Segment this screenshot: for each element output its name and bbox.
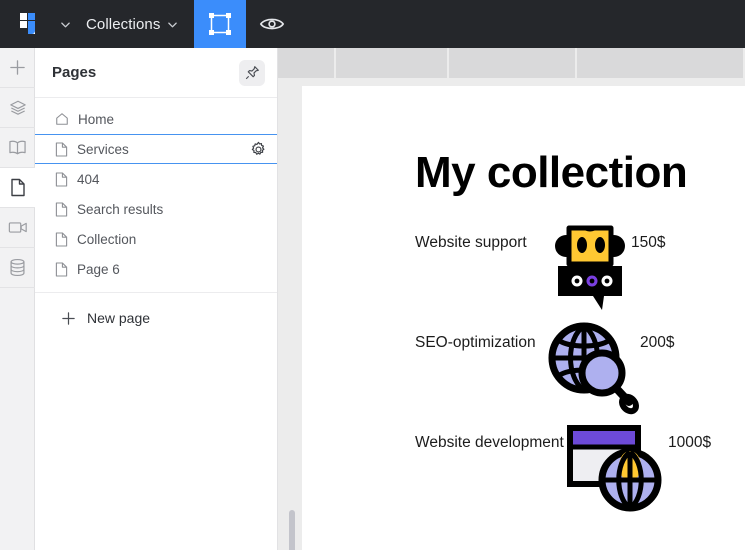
page-item-label: Home xyxy=(78,111,115,127)
page-item-collection[interactable]: Collection xyxy=(35,224,277,254)
page-item-home[interactable]: Home xyxy=(35,104,277,134)
item-name: Website support xyxy=(415,234,527,251)
item-name: SEO-optimization xyxy=(415,334,536,351)
rail-pages-button[interactable] xyxy=(0,168,35,208)
pin-icon xyxy=(245,66,259,80)
collection-item[interactable]: Website support 150$ xyxy=(302,222,745,322)
page-item-label: Page 6 xyxy=(77,261,120,277)
page-item-label: Collection xyxy=(77,231,137,247)
app-logo[interactable] xyxy=(0,0,56,48)
pages-panel: Pages Home Services 404 Search results C… xyxy=(35,48,302,550)
rail-data-button[interactable] xyxy=(0,248,35,288)
pages-list: Home Services 404 Search results Collect… xyxy=(35,98,277,337)
book-icon xyxy=(9,140,26,155)
vertical-scrollbar[interactable] xyxy=(289,510,295,550)
collection-item[interactable]: SEO-optimization 200$ xyxy=(302,322,745,422)
plus-icon xyxy=(10,60,25,75)
collection-item[interactable]: Website development 1000$ xyxy=(302,422,745,522)
app-root: Collections Pages Home Services 404 Sear… xyxy=(0,0,745,550)
item-image xyxy=(564,416,664,521)
page-icon xyxy=(55,141,68,157)
page-item-page-6[interactable]: Page 6 xyxy=(35,254,277,284)
ruler-segment xyxy=(448,48,576,78)
browser-globe-illustration xyxy=(567,425,662,512)
pages-panel-header: Pages xyxy=(35,48,277,98)
item-image xyxy=(540,216,640,321)
frame-tool-button[interactable] xyxy=(194,0,247,48)
rail-add-button[interactable] xyxy=(0,48,35,88)
canvas-ruler xyxy=(278,48,745,78)
left-icon-rail xyxy=(0,48,35,550)
globe-magnifier-illustration xyxy=(548,322,639,415)
new-page-label: New page xyxy=(87,310,151,326)
page-icon xyxy=(55,171,68,187)
new-page-button[interactable]: New page xyxy=(35,299,277,337)
gear-icon[interactable] xyxy=(250,141,267,158)
rail-library-button[interactable] xyxy=(0,128,35,168)
collections-menu-label: Collections xyxy=(86,15,161,33)
canvas-area[interactable]: My collection Website support 150$ SEO-o… xyxy=(278,48,745,550)
page-icon xyxy=(55,201,68,217)
item-name: Website development xyxy=(415,434,564,451)
preview-tool-button[interactable] xyxy=(246,0,298,48)
page-icon xyxy=(55,231,68,247)
panel-divider xyxy=(35,292,277,293)
collections-menu[interactable]: Collections xyxy=(74,0,194,48)
plus-icon xyxy=(61,311,76,326)
layers-icon xyxy=(9,100,26,115)
page-item-label: Services xyxy=(77,141,129,157)
item-price: 1000$ xyxy=(668,434,712,451)
ruler-segment xyxy=(278,48,334,78)
page-icon xyxy=(10,178,25,197)
eye-icon xyxy=(260,18,285,30)
rail-media-button[interactable] xyxy=(0,208,35,248)
page-item-services[interactable]: Services xyxy=(35,134,277,164)
selection-frame-icon xyxy=(209,13,232,35)
chatbot-robot-illustration xyxy=(555,225,625,310)
database-icon xyxy=(10,258,25,277)
page-icon xyxy=(55,261,68,277)
video-camera-icon xyxy=(8,222,27,233)
chevron-down-icon xyxy=(60,21,70,27)
page-item-label: 404 xyxy=(77,171,100,187)
item-price: 200$ xyxy=(640,334,675,351)
logo-dropdown-caret[interactable] xyxy=(56,0,74,48)
page-item-label: Search results xyxy=(77,201,164,217)
page-title: My collection xyxy=(415,148,688,197)
rail-layers-button[interactable] xyxy=(0,88,35,128)
pages-panel-title: Pages xyxy=(52,64,97,81)
top-toolbar: Collections xyxy=(0,0,745,48)
ruler-segment xyxy=(577,48,743,78)
app-logo-icon xyxy=(20,13,35,34)
home-icon xyxy=(55,112,69,126)
page-canvas[interactable]: My collection Website support 150$ SEO-o… xyxy=(302,86,745,550)
scroll-gutter xyxy=(278,78,302,550)
pin-button[interactable] xyxy=(239,59,265,86)
item-image xyxy=(540,316,640,421)
ruler-segment xyxy=(335,48,447,78)
collection-items: Website support 150$ SEO-optimization 20… xyxy=(302,222,745,522)
chevron-down-icon xyxy=(168,21,178,27)
page-item-404[interactable]: 404 xyxy=(35,164,277,194)
page-item-search-results[interactable]: Search results xyxy=(35,194,277,224)
